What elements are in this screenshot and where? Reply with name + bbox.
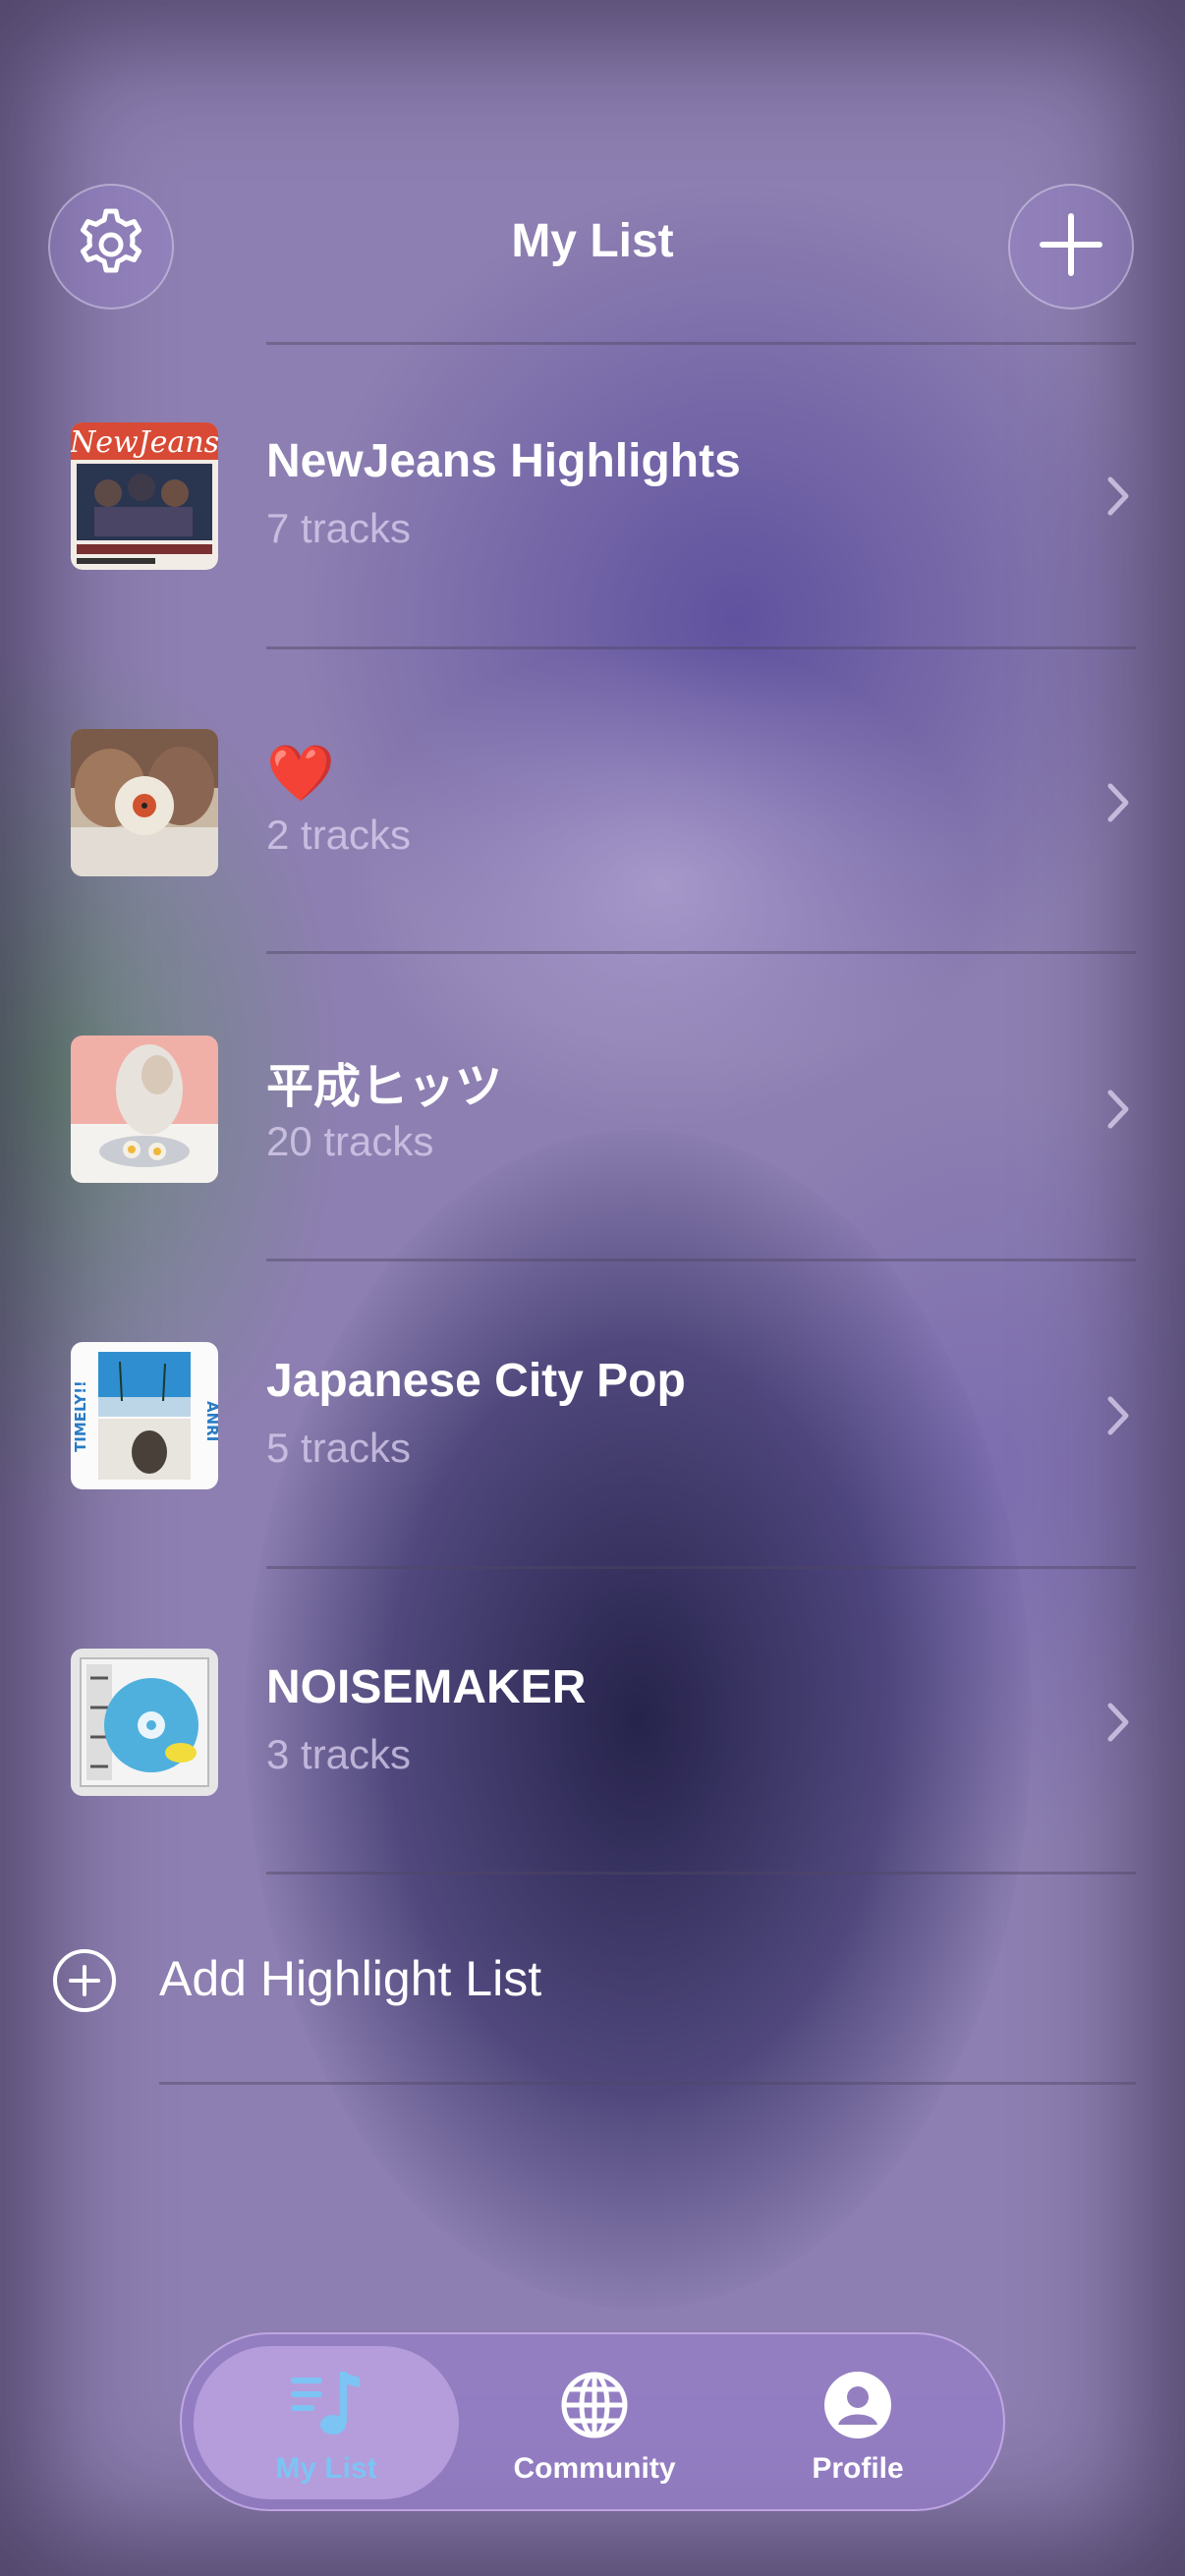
track-count: 3 tracks	[266, 1731, 412, 1777]
album-art	[71, 1649, 218, 1796]
tab-community[interactable]: Community	[462, 2346, 727, 2499]
chevron-right-icon	[1104, 1087, 1132, 1136]
person-icon	[822, 2370, 893, 2444]
album-art-text: NewJeans	[71, 425, 218, 460]
page-title: My List	[511, 215, 674, 267]
album-art	[71, 729, 218, 876]
track-count: 7 tracks	[266, 505, 412, 551]
list-item[interactable]: NOISEMAKER 3 tracks	[0, 1570, 1185, 1865]
list-title: NewJeans Highlights	[266, 435, 741, 487]
tab-my-list[interactable]: My List	[194, 2346, 459, 2499]
chevron-right-icon	[1104, 1700, 1132, 1749]
list-item[interactable]: ❤️ 2 tracks	[0, 650, 1185, 945]
album-art-text: ANRI	[203, 1401, 218, 1441]
list-title: 平成ヒッツ	[266, 1061, 503, 1113]
plus-circle-icon	[51, 1947, 118, 2018]
list-title: ❤️	[266, 742, 335, 804]
row-divider	[266, 1566, 1136, 1569]
list-title: Japanese City Pop	[266, 1355, 686, 1407]
track-count: 20 tracks	[266, 1118, 434, 1164]
add-list-divider	[159, 2082, 1136, 2085]
add-highlight-list-label: Add Highlight List	[159, 1951, 542, 2006]
chevron-right-icon	[1104, 780, 1132, 829]
plus-icon	[1037, 210, 1105, 283]
row-divider	[266, 1872, 1136, 1875]
list-item[interactable]: 平成ヒッツ 20 tracks	[0, 957, 1185, 1252]
list-title: NOISEMAKER	[266, 1661, 587, 1713]
row-divider	[266, 1259, 1136, 1261]
tab-profile[interactable]: Profile	[725, 2346, 990, 2499]
list-item[interactable]: NewJeans NewJeans Highlights 7 tracks	[0, 344, 1185, 639]
tab-bar: My List Community Profile	[180, 2332, 1005, 2511]
svg-text:TIMELY!!: TIMELY!!	[72, 1380, 89, 1452]
music-list-icon	[287, 2370, 366, 2444]
tab-profile-label: Profile	[812, 2452, 904, 2485]
album-art: NewJeans	[71, 422, 218, 570]
add-highlight-list-button[interactable]: Add Highlight List	[0, 1926, 1185, 2034]
tab-community-label: Community	[513, 2452, 676, 2485]
track-count: 2 tracks	[266, 812, 412, 858]
add-list-button[interactable]	[1008, 184, 1134, 309]
album-art: TIMELY!! ANRI	[71, 1342, 218, 1489]
track-count: 5 tracks	[266, 1425, 412, 1471]
album-art	[71, 1036, 218, 1183]
chevron-right-icon	[1104, 474, 1132, 523]
globe-icon	[559, 2370, 630, 2444]
tab-my-list-label: My List	[275, 2452, 377, 2485]
list-item[interactable]: TIMELY!! ANRI Japanese City Pop 5 tracks	[0, 1263, 1185, 1558]
row-divider	[266, 951, 1136, 954]
chevron-right-icon	[1104, 1393, 1132, 1442]
row-divider	[266, 646, 1136, 649]
